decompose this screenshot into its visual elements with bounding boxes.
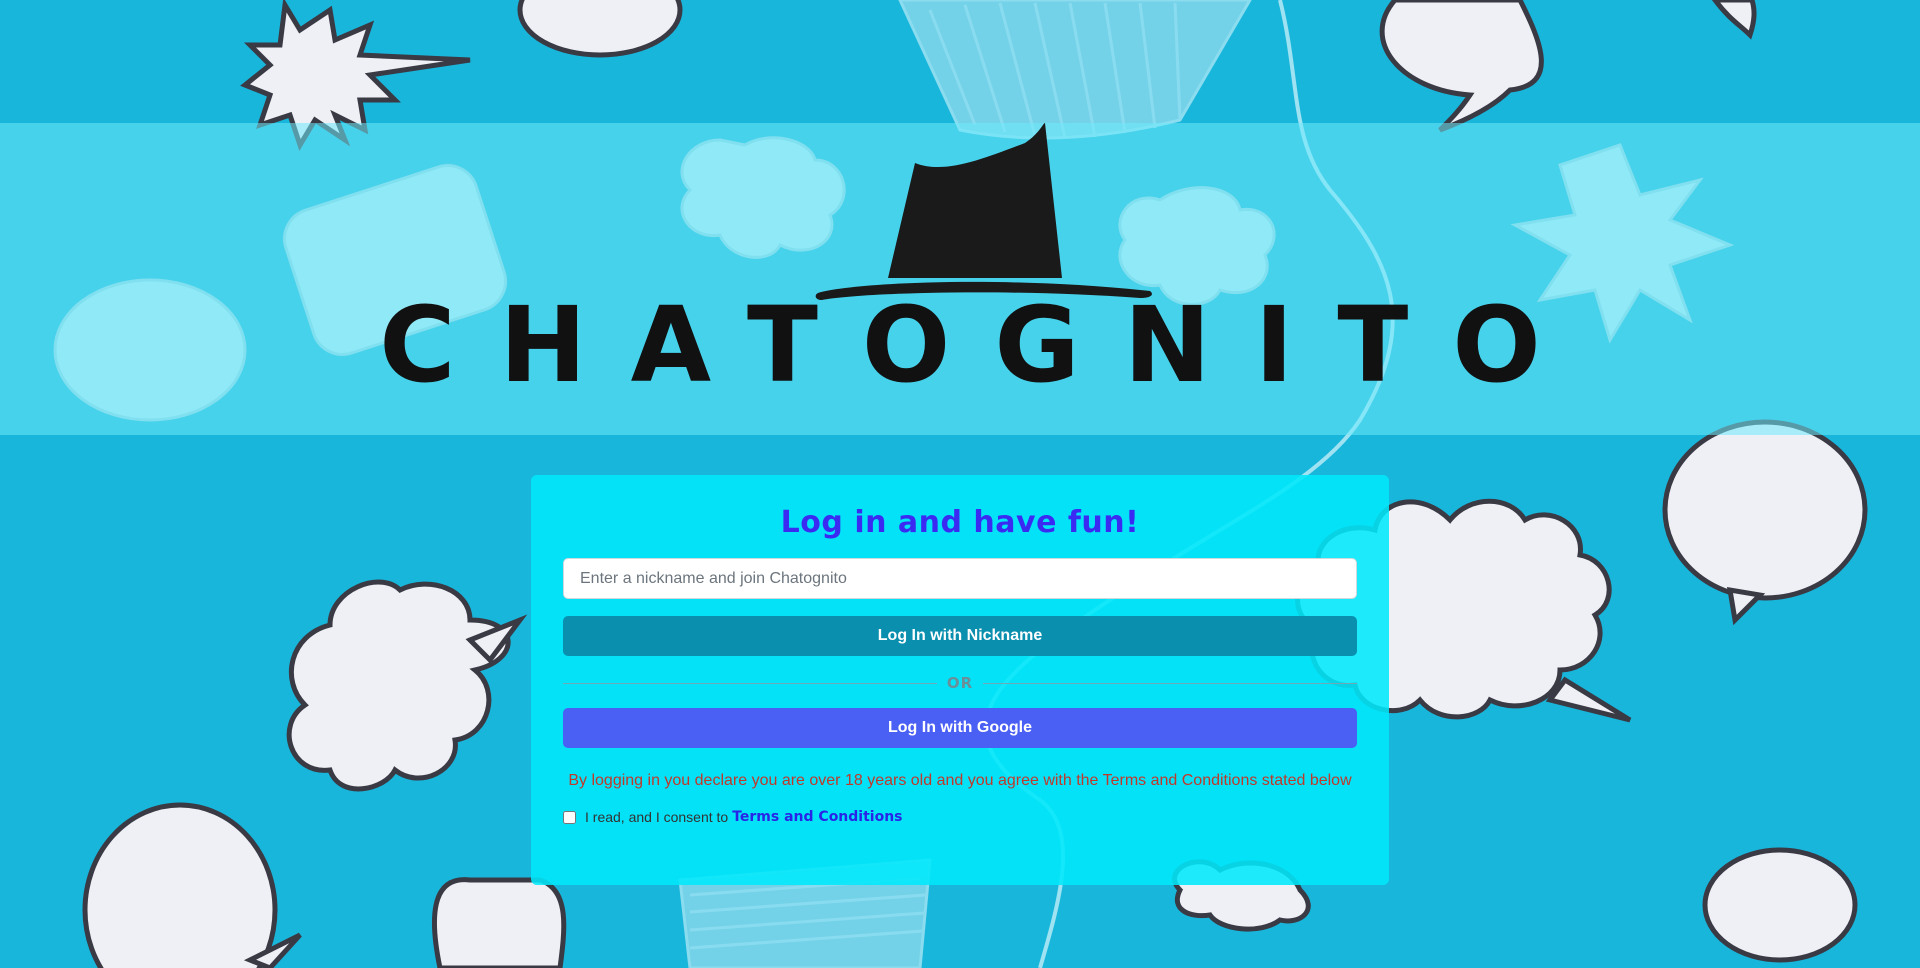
login-card: Log in and have fun! Log In with Nicknam…: [531, 475, 1389, 885]
login-google-button[interactable]: Log In with Google: [563, 708, 1357, 748]
login-title: Log in and have fun!: [780, 505, 1140, 540]
terms-link[interactable]: Terms and Conditions: [732, 809, 902, 825]
consent-row: I read, and I consent to Terms and Condi…: [563, 809, 1357, 825]
divider-line: [563, 682, 937, 684]
brand-logo: CHATOGNITO: [0, 123, 1920, 435]
divider-line: [983, 682, 1357, 684]
age-disclaimer: By logging in you declare you are over 1…: [568, 772, 1352, 789]
divider-label: OR: [946, 674, 974, 692]
brand-name: CHATOGNITO: [379, 284, 1585, 406]
consent-checkbox[interactable]: [563, 810, 576, 824]
login-nickname-button[interactable]: Log In with Nickname: [563, 616, 1357, 656]
consent-text: I read, and I consent to: [585, 809, 729, 825]
or-divider: OR: [563, 672, 1357, 694]
nickname-input[interactable]: [563, 558, 1357, 599]
login-page: CHATOGNITO Log in and have fun! Log In w…: [0, 0, 1920, 968]
